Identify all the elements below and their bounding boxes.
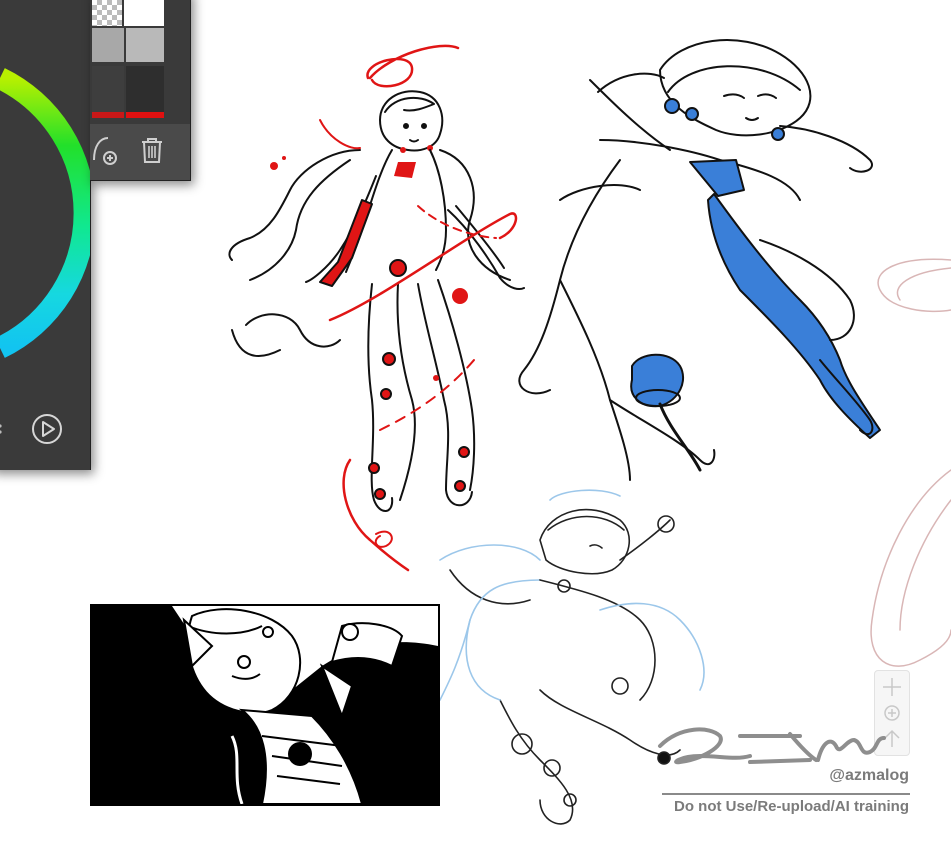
- trash-icon[interactable]: [138, 132, 166, 168]
- more-icon[interactable]: [0, 420, 6, 440]
- swatch-white[interactable]: [124, 0, 164, 26]
- layers-toolbar: [90, 124, 190, 180]
- swatch-dark-grey[interactable]: [126, 66, 164, 112]
- color-wheel[interactable]: [0, 0, 90, 410]
- swatch-transparent[interactable]: [92, 0, 122, 26]
- sketch-figure-pencil: [439, 489, 705, 825]
- layers-panel: [90, 0, 191, 181]
- watermark-handle: @azmalog: [829, 767, 909, 784]
- swatch-dark-grey[interactable]: [92, 66, 124, 112]
- sketch-figure-red: [228, 44, 525, 572]
- swatch-grey[interactable]: [92, 28, 124, 62]
- crosshair-icon[interactable]: [880, 675, 904, 699]
- add-layer-icon[interactable]: [90, 132, 122, 168]
- watermark-divider: [662, 793, 910, 795]
- sketch-figure-blue: [518, 39, 881, 481]
- sketch-faint-right: [870, 258, 951, 667]
- watermark-notice: Do not Use/Re-upload/AI training: [674, 798, 909, 815]
- signature-logo: [658, 727, 886, 765]
- play-circle-icon[interactable]: [30, 412, 64, 446]
- swatch-grey[interactable]: [126, 28, 164, 62]
- comic-panel: [90, 604, 440, 806]
- swatch-red[interactable]: [92, 112, 124, 118]
- color-panel: [0, 0, 91, 470]
- swatch-red[interactable]: [126, 112, 164, 118]
